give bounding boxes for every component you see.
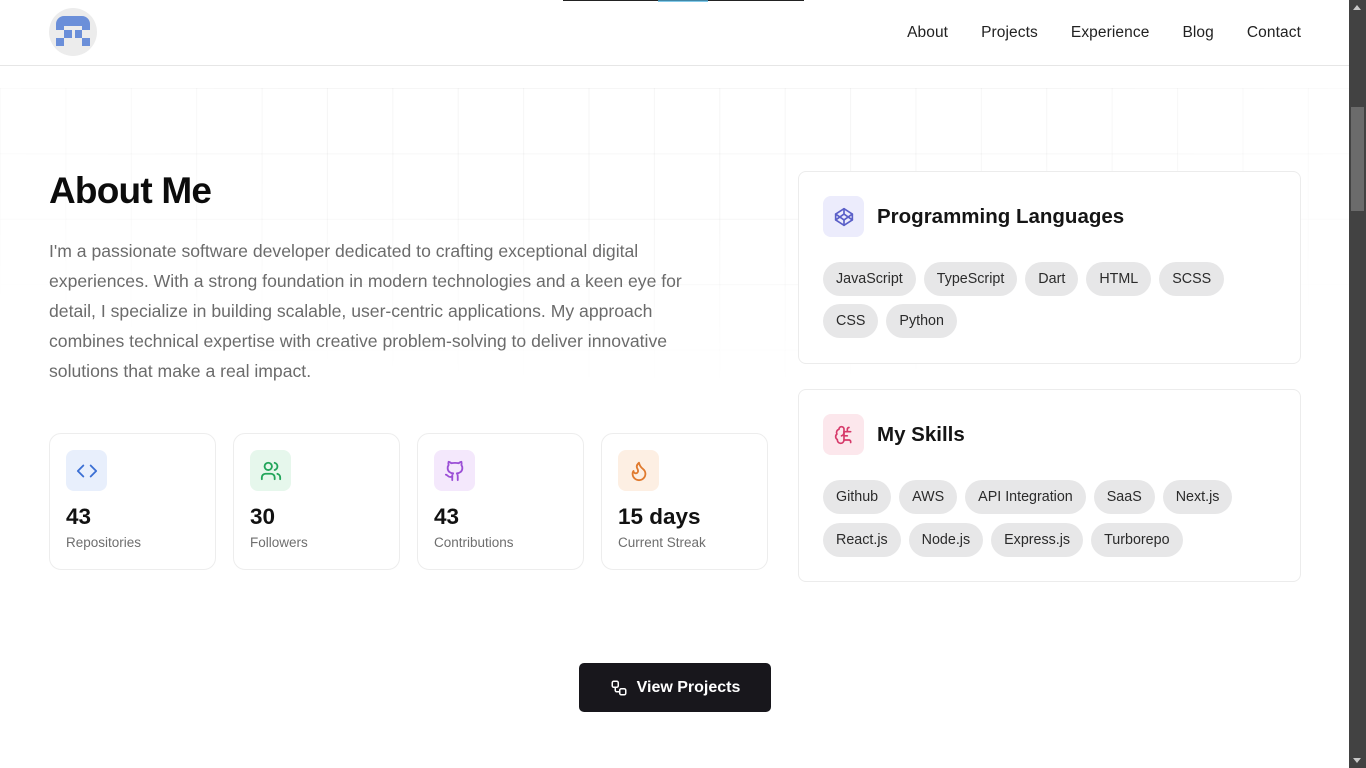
nav-experience[interactable]: Experience [1071,24,1150,42]
section-title: About Me [49,170,212,211]
skill-tag: Github [823,480,892,514]
language-tag: HTML [1086,262,1152,296]
programming-languages-card: Programming Languages JavaScript TypeScr… [798,171,1301,364]
view-projects-button[interactable]: View Projects [579,663,771,712]
scrollbar-thumb[interactable] [1351,107,1364,211]
nav-blog[interactable]: Blog [1182,24,1213,42]
card-title: My Skills [877,423,965,446]
language-tag: CSS [823,304,879,338]
about-description: I'm a passionate software developer dedi… [49,241,682,381]
stat-value: 15 days [618,504,701,529]
logo-avatar[interactable] [49,8,97,56]
skills-card: My Skills Github AWS API Integration Saa… [798,389,1301,582]
stat-card-repositories: 43 Repositories [49,433,216,570]
about-section: About Me I'm a passionate software devel… [0,0,1349,768]
skill-tag: AWS [899,480,958,514]
brain-icon [823,414,864,455]
stat-value: 30 [250,504,276,529]
page-loading-bar [563,0,804,2]
card-title: Programming Languages [877,205,1125,228]
language-tag: JavaScript [823,262,916,296]
skill-tag: Next.js [1162,480,1233,514]
language-tag: SCSS [1159,262,1225,296]
stat-label: Contributions [434,535,514,550]
stat-value: 43 [434,504,460,529]
page-scrollbar[interactable] [1349,0,1366,768]
stat-label: Repositories [66,535,142,550]
skill-tag: API Integration [965,480,1086,514]
language-tags: JavaScript TypeScript Dart HTML SCSS CSS… [823,262,1283,338]
skill-tag: Express.js [991,523,1084,557]
stat-label: Followers [250,535,308,550]
nav-contact[interactable]: Contact [1247,24,1301,42]
view-projects-label: View Projects [636,678,741,696]
flame-icon [618,450,659,491]
codepen-icon [823,196,864,237]
page: About Projects Experience Blog Contact A… [0,0,1349,768]
stat-value: 43 [66,504,92,529]
skill-tag: SaaS [1093,480,1155,514]
skill-tags: Github AWS API Integration SaaS Next.js … [823,480,1283,557]
stat-card-contributions: 43 Contributions [417,433,584,570]
github-icon [434,450,475,491]
language-tag: Dart [1025,262,1079,296]
github-stats: 43 Repositories 30 Followers 43 Contribu… [49,433,768,570]
code-icon [66,450,107,491]
skill-tag: React.js [823,523,901,557]
stat-card-followers: 30 Followers [233,433,400,570]
skill-tag: Node.js [908,523,984,557]
language-tag: TypeScript [923,262,1018,296]
skill-tag: Turborepo [1091,523,1183,557]
stat-label: Current Streak [618,535,706,550]
nav-about[interactable]: About [907,24,948,42]
scroll-up-arrow-icon[interactable] [1353,5,1361,10]
main-nav: About Projects Experience Blog Contact [874,0,1301,66]
scroll-down-arrow-icon[interactable] [1353,758,1361,763]
language-tag: Python [886,304,957,338]
nav-projects[interactable]: Projects [981,24,1038,42]
stat-card-streak: 15 days Current Streak [601,433,768,570]
workflow-icon [611,680,627,695]
site-header: About Projects Experience Blog Contact [0,0,1349,66]
users-icon [250,450,291,491]
